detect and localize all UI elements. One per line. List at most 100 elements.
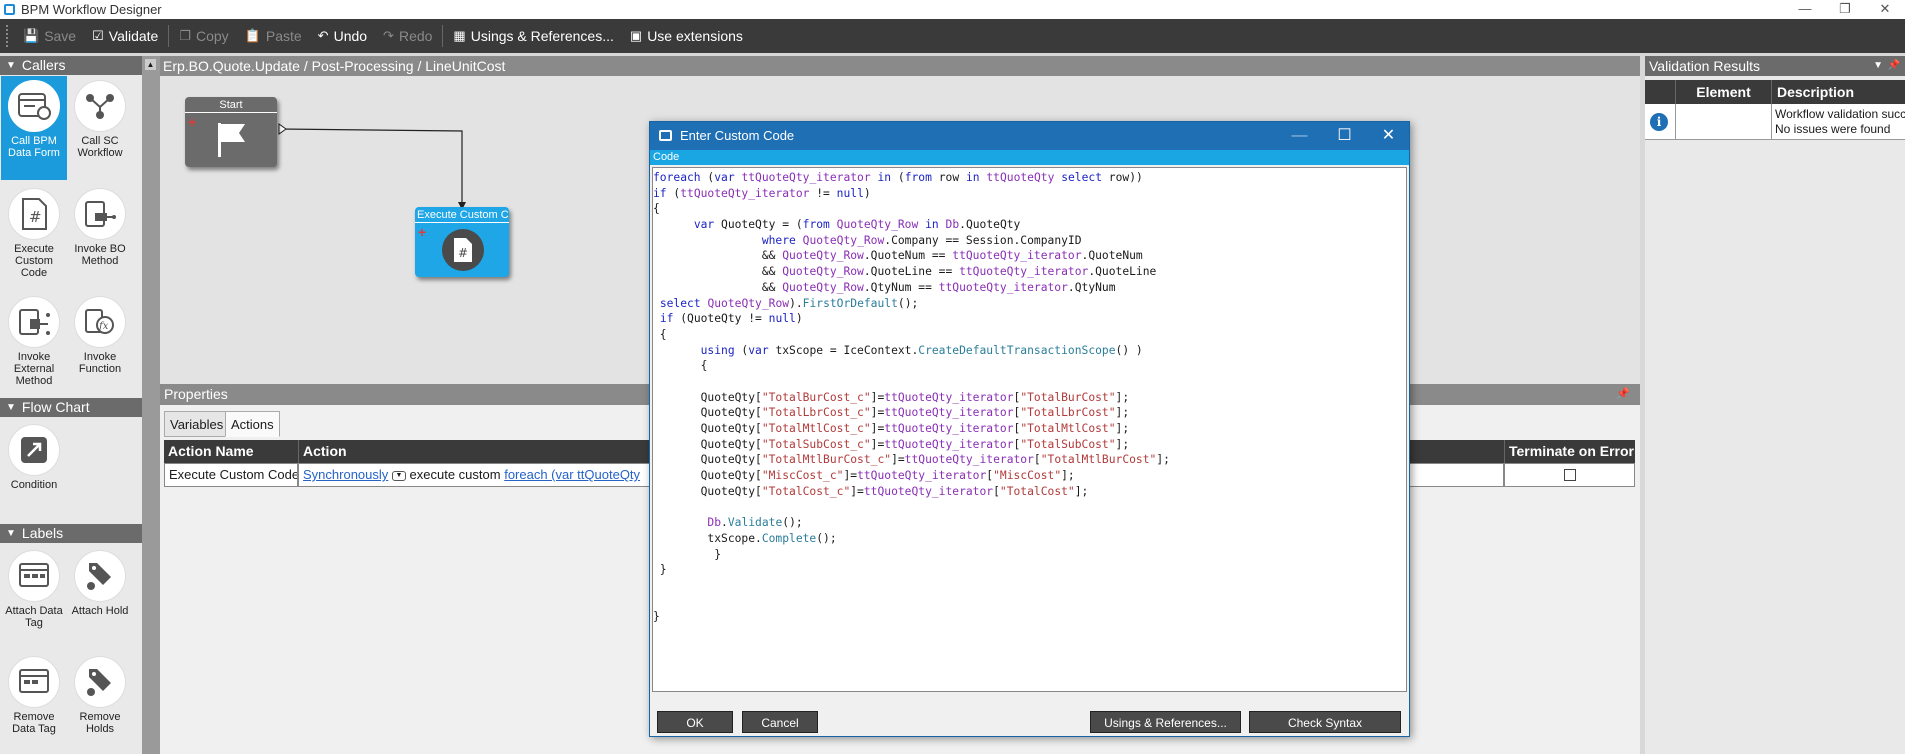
code-line[interactable]: { [653,358,1406,374]
dialog-minimize-button[interactable]: — [1277,122,1322,150]
restore-button[interactable]: ❐ [1825,0,1865,19]
code-line[interactable]: var QuoteQty = (from QuoteQty_Row in Db.… [653,217,1406,233]
code-line[interactable]: } [653,562,1406,578]
pin-icon[interactable]: 📌 [1888,56,1900,76]
start-node[interactable]: Start + [185,97,277,167]
tool-call-bpm-data-form[interactable]: Call BPM Data Form [1,76,67,180]
column-terminate-on-error[interactable]: Terminate on Error [1504,440,1635,463]
labels-section-header[interactable]: ▼ Labels [0,524,142,543]
code-line[interactable]: if (ttQuoteQty_iterator != null) [653,186,1406,202]
code-line[interactable]: QuoteQty["TotalMtlBurCost_c"]=ttQuoteQty… [653,452,1406,468]
remove-hold-icon [74,656,126,708]
undo-icon: ↶ [317,28,329,43]
data-form-icon [8,80,60,132]
code-line[interactable]: } [653,609,1406,625]
dropdown-icon[interactable]: ▼ [1873,56,1883,76]
tool-execute-custom-code[interactable]: # Execute Custom Code [1,184,67,288]
code-line[interactable]: txScope.Complete(); [653,531,1406,547]
code-line[interactable]: && QuoteQty_Row.QuoteLine == ttQuoteQty_… [653,264,1406,280]
mode-link[interactable]: Synchronously [303,467,388,482]
code-line[interactable]: && QuoteQty_Row.QuoteNum == ttQuoteQty_i… [653,248,1406,264]
code-line[interactable]: QuoteQty["TotalBurCost_c"]=ttQuoteQty_it… [653,390,1406,406]
code-line[interactable]: QuoteQty["TotalSubCost_c"]=ttQuoteQty_it… [653,437,1406,453]
condition-icon [8,424,60,476]
tool-attach-data-tag[interactable]: Attach Data Tag [1,546,67,646]
redo-button[interactable]: ↷ Redo [375,23,440,49]
code-line[interactable]: QuoteQty["TotalMtlCost_c"]=ttQuoteQty_it… [653,421,1406,437]
tool-call-sc-workflow[interactable]: Call SC Workflow [67,76,133,180]
code-link[interactable]: foreach (var ttQuoteQty [504,467,640,482]
title-bar: BPM Workflow Designer — ❐ ✕ [0,0,1905,19]
toolbar-grip[interactable] [6,25,9,47]
dialog-icon [659,130,672,141]
validation-row[interactable]: i Workflow validation succeeded No issue… [1645,104,1905,140]
code-line[interactable]: Db.Validate(); [653,515,1406,531]
tool-attach-hold[interactable]: Attach Hold [67,546,133,646]
column-description[interactable]: Description [1771,80,1854,104]
tool-remove-data-tag[interactable]: Remove Data Tag [1,652,67,752]
panel-splitter[interactable]: ▲ [142,56,160,754]
code-line[interactable] [653,578,1406,594]
code-line[interactable] [653,499,1406,515]
dialog-close-button[interactable]: ✕ [1366,122,1411,150]
code-line[interactable]: using (var txScope = IceContext.CreateDe… [653,343,1406,359]
execute-custom-code-node[interactable]: Execute Custom Co + # [415,207,509,277]
svg-text:fx: fx [98,321,109,332]
code-line[interactable] [653,374,1406,390]
tool-remove-holds[interactable]: Remove Holds [67,652,133,752]
code-line[interactable]: select QuoteQty_Row).FirstOrDefault(); [653,296,1406,312]
workflow-icon [74,80,126,132]
flow-chart-section-header[interactable]: ▼ Flow Chart [0,398,142,417]
dropdown-icon[interactable]: ▼ [391,470,406,481]
app-icon [4,4,15,15]
pin-icon[interactable]: 📌 [1616,384,1630,405]
collapse-left-icon[interactable]: ▲ [145,59,156,70]
tool-invoke-function[interactable]: fx Invoke Function [67,292,133,396]
ok-button[interactable]: OK [657,711,733,733]
terminate-checkbox[interactable] [1564,469,1576,481]
validate-button[interactable]: ☑ Validate [84,23,166,49]
svg-text:#: # [458,246,468,260]
column-action-name[interactable]: Action Name [164,440,298,463]
usings-references-button[interactable]: Usings & References... [1090,711,1241,733]
tool-invoke-external-method[interactable]: Invoke External Method [1,292,67,396]
toolbox-panel: ▼ Callers Call BPM Data Form Call SC Work… [0,56,142,754]
code-line[interactable]: where QuoteQty_Row.Company == Session.Co… [653,233,1406,249]
code-editor[interactable]: foreach (var ttQuoteQty_iterator in (fro… [652,167,1407,692]
code-line[interactable]: { [653,327,1406,343]
close-button[interactable]: ✕ [1865,0,1905,19]
toolbar-separator [442,25,444,47]
tool-condition[interactable]: Condition [1,420,67,500]
minimize-button[interactable]: — [1785,0,1825,19]
add-icon[interactable]: + [418,225,426,239]
callers-section-header[interactable]: ▼ Callers [0,56,142,75]
code-line[interactable]: QuoteQty["MiscCost_c"]=ttQuoteQty_iterat… [653,468,1406,484]
code-line[interactable]: && QuoteQty_Row.QtyNum == ttQuoteQty_ite… [653,280,1406,296]
code-line[interactable]: QuoteQty["TotalCost_c"]=ttQuoteQty_itera… [653,484,1406,500]
save-button[interactable]: 💾 Save [15,23,84,49]
copy-button[interactable]: ❐ Copy [171,23,236,49]
svg-text:#: # [29,208,42,226]
window-title: BPM Workflow Designer [21,2,162,17]
action-name-cell[interactable]: Execute Custom Code 0 [164,463,298,487]
code-line[interactable]: } [653,547,1406,563]
column-element[interactable]: Element [1675,80,1771,104]
cancel-button[interactable]: Cancel [742,711,818,733]
usings-references-button[interactable]: ▦ Usings & References... [445,23,621,49]
code-line[interactable]: foreach (var ttQuoteQty_iterator in (fro… [653,170,1406,186]
tab-variables[interactable]: Variables [164,411,230,437]
add-icon[interactable]: + [188,115,196,129]
tool-invoke-bo-method[interactable]: Invoke BO Method [67,184,133,288]
references-icon: ▦ [453,28,466,43]
code-line[interactable]: QuoteQty["TotalLbrCost_c"]=ttQuoteQty_it… [653,405,1406,421]
use-extensions-button[interactable]: ▣ Use extensions [622,23,751,49]
undo-button[interactable]: ↶ Undo [310,23,375,49]
check-syntax-button[interactable]: Check Syntax [1249,711,1401,733]
dialog-title-bar[interactable]: Enter Custom Code — ☐ ✕ [650,122,1409,150]
dialog-maximize-button[interactable]: ☐ [1322,122,1367,150]
tab-actions[interactable]: Actions [225,411,280,437]
code-line[interactable]: if (QuoteQty != null) [653,311,1406,327]
code-line[interactable] [653,594,1406,610]
code-line[interactable]: { [653,201,1406,217]
paste-button[interactable]: 📋 Paste [237,23,310,49]
